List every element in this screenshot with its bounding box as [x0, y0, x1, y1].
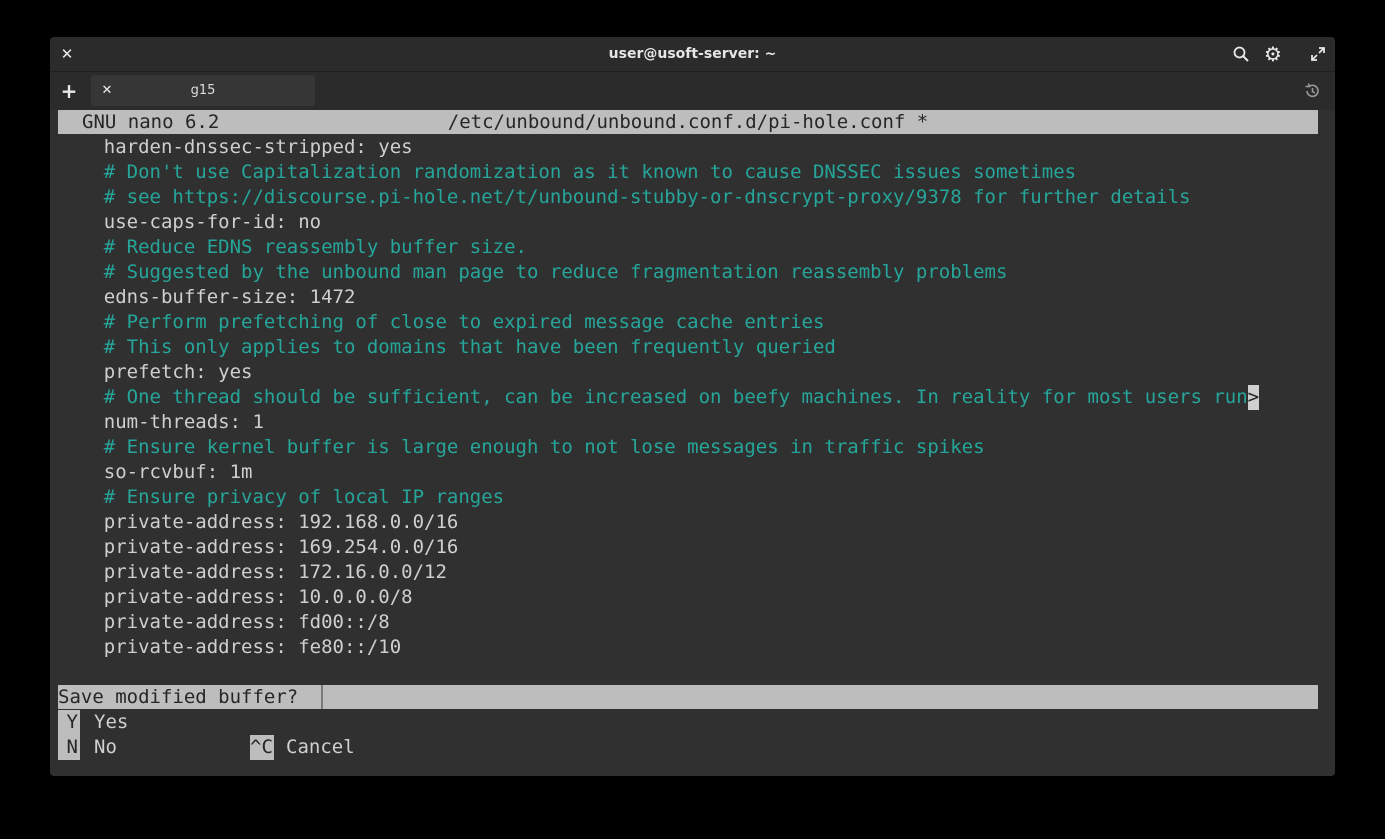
- line-text: private-address: fe80::/10: [58, 636, 402, 658]
- line-text: # Perform prefetching of close to expire…: [58, 311, 825, 333]
- line-text: private-address: 10.0.0.0/8: [58, 586, 413, 608]
- new-tab-button[interactable]: +: [54, 74, 84, 108]
- line-text: num-threads: 1: [58, 411, 264, 433]
- comment-line: # One thread should be sufficient, can b…: [58, 385, 1260, 410]
- config-line: prefetch: yes: [58, 360, 253, 385]
- comment-line: # Suggested by the unbound man page to r…: [58, 260, 1008, 285]
- config-line: so-rcvbuf: 1m: [58, 460, 253, 485]
- nano-filename: /etc/unbound/unbound.conf.d/pi-hole.conf…: [447, 111, 929, 133]
- line-text: edns-buffer-size: 1472: [58, 286, 356, 308]
- nano-title-bar: GNU nano 6.2 /etc/unbound/unbound.conf.d…: [58, 110, 1318, 134]
- gear-icon: ⚙: [1264, 42, 1282, 66]
- key-n[interactable]: N: [58, 735, 80, 760]
- line-text: # Don't use Capitalization randomization…: [58, 161, 1077, 183]
- comment-line: # This only applies to domains that have…: [58, 335, 836, 360]
- comment-line: # Ensure kernel buffer is large enough t…: [58, 435, 985, 460]
- config-line: private-address: 10.0.0.0/8: [58, 585, 413, 610]
- config-line: harden-dnssec-stripped: yes: [58, 135, 413, 160]
- plus-icon: +: [60, 79, 78, 103]
- comment-line: # Don't use Capitalization randomization…: [58, 160, 1076, 185]
- line-text: private-address: 169.254.0.0/16: [58, 536, 459, 558]
- key-y[interactable]: Y: [58, 710, 80, 735]
- config-line: private-address: fe80::/10: [58, 635, 401, 660]
- terminal-area[interactable]: GNU nano 6.2 /etc/unbound/unbound.conf.d…: [58, 110, 1318, 770]
- maximize-button[interactable]: [1303, 37, 1333, 71]
- search-button[interactable]: [1226, 37, 1256, 71]
- save-prompt-bar: Save modified buffer?: [58, 685, 1318, 709]
- save-prompt-text: Save modified buffer?: [58, 686, 299, 708]
- key-ctrl-c[interactable]: ^C: [250, 735, 274, 760]
- line-text: prefetch: yes: [58, 361, 253, 383]
- text-cursor: [321, 685, 323, 709]
- line-text: # One thread should be sufficient, can b…: [58, 386, 1248, 408]
- maximize-icon: [1311, 47, 1325, 61]
- config-line: private-address: 172.16.0.0/12: [58, 560, 447, 585]
- comment-line: # see https://discourse.pi-hole.net/t/un…: [58, 185, 1191, 210]
- line-text: # Suggested by the unbound man page to r…: [58, 261, 1008, 283]
- line-text: private-address: fd00::/8: [58, 611, 390, 633]
- comment-line: # Reduce EDNS reassembly buffer size.: [58, 235, 527, 260]
- tab-bar: + ✕ g15: [50, 72, 1335, 110]
- config-line: num-threads: 1: [58, 410, 264, 435]
- line-text: private-address: 172.16.0.0/12: [58, 561, 447, 583]
- window-title: user@usoft-server: ~: [608, 46, 777, 62]
- tab-g15[interactable]: ✕ g15: [91, 75, 315, 106]
- history-button[interactable]: [1297, 74, 1327, 108]
- terminal-window: ✕ user@usoft-server: ~ ⚙ + ✕ g15 GNU nan…: [50, 37, 1335, 776]
- settings-button[interactable]: ⚙: [1258, 37, 1288, 71]
- line-text: # Ensure kernel buffer is large enough t…: [58, 436, 985, 458]
- comment-line: # Perform prefetching of close to expire…: [58, 310, 825, 335]
- line-truncated-indicator: >: [1247, 385, 1260, 410]
- line-text: private-address: 192.168.0.0/16: [58, 511, 459, 533]
- tab-label: g15: [190, 83, 216, 98]
- option-cancel[interactable]: Cancel: [286, 735, 355, 760]
- config-line: private-address: 192.168.0.0/16: [58, 510, 459, 535]
- line-text: # This only applies to domains that have…: [58, 336, 836, 358]
- config-line: edns-buffer-size: 1472: [58, 285, 356, 310]
- config-line: private-address: 169.254.0.0/16: [58, 535, 459, 560]
- search-icon: [1233, 46, 1249, 62]
- option-yes[interactable]: Yes: [94, 710, 128, 735]
- line-text: harden-dnssec-stripped: yes: [58, 136, 413, 158]
- comment-line: # Ensure privacy of local IP ranges: [58, 485, 504, 510]
- line-text: so-rcvbuf: 1m: [58, 461, 253, 483]
- line-text: # see https://discourse.pi-hole.net/t/un…: [58, 186, 1191, 208]
- title-bar: ✕ user@usoft-server: ~ ⚙: [50, 37, 1335, 72]
- line-text: # Ensure privacy of local IP ranges: [58, 486, 505, 508]
- line-text: # Reduce EDNS reassembly buffer size.: [58, 236, 527, 258]
- option-no[interactable]: No: [94, 735, 117, 760]
- history-icon: [1305, 83, 1319, 98]
- config-line: use-caps-for-id: no: [58, 210, 321, 235]
- config-line: private-address: fd00::/8: [58, 610, 390, 635]
- line-text: use-caps-for-id: no: [58, 211, 322, 233]
